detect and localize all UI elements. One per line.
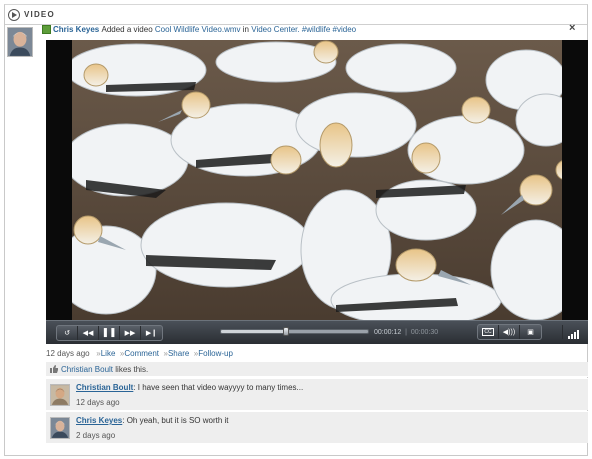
total-time: 00:00:30 (410, 329, 439, 336)
rewind-icon: ◀◀ (82, 329, 94, 337)
share-link[interactable]: Share (168, 349, 189, 358)
current-time: 00:00:12 (374, 329, 402, 336)
avatar[interactable] (7, 27, 33, 57)
likes-summary: Christian Boult likes this. (46, 362, 588, 377)
volume-button[interactable]: ◀))) (499, 325, 520, 339)
close-icon[interactable]: × (569, 22, 575, 34)
comment-time: 2 days ago (76, 431, 116, 440)
pause-icon: ❚❚ (101, 327, 117, 337)
comment-author-link[interactable]: Christian Boult (76, 383, 133, 392)
seek-bar[interactable] (220, 327, 369, 336)
post-time: 12 days ago (46, 349, 90, 358)
avatar[interactable] (50, 384, 70, 406)
player-options: CC ◀))) ▣ (477, 324, 542, 340)
comment-item: Christian Boult: I have seen that video … (46, 378, 588, 410)
seek-handle[interactable] (282, 327, 289, 336)
fullscreen-icon: ▣ (527, 329, 534, 336)
location-link[interactable]: Video Center. (251, 25, 299, 34)
replay-icon: ↺ (64, 329, 70, 337)
activity-line: Chris Keyes Added a video Cool Wildlife … (42, 25, 356, 34)
author-link[interactable]: Chris Keyes (53, 25, 99, 34)
comment-text-line: Chris Keyes: Oh yeah, but it is SO worth… (76, 416, 229, 425)
quality-icon[interactable] (562, 325, 580, 339)
player-controls: ↺ ◀◀ ❚❚ ▶▶ ▶❙ 00:00:12 | 00:00:30 CC ◀))… (46, 320, 588, 344)
thumbs-up-icon (50, 365, 58, 373)
seek-bar-fill (221, 330, 286, 333)
avatar[interactable] (50, 417, 70, 439)
captions-button[interactable]: CC (478, 325, 499, 339)
rewind-button[interactable]: ◀◀ (78, 325, 99, 340)
fast-forward-button[interactable]: ▶▶ (120, 325, 141, 340)
like-link[interactable]: Like (101, 349, 116, 358)
skip-forward-button[interactable]: ▶❙ (141, 326, 162, 340)
replay-button[interactable]: ↺ (57, 325, 78, 340)
follow-up-link[interactable]: Follow-up (198, 349, 233, 358)
fast-forward-icon: ▶▶ (124, 329, 136, 337)
comment-item: Chris Keyes: Oh yeah, but it is SO worth… (46, 411, 588, 443)
volume-icon: ◀))) (502, 329, 516, 336)
captions-icon: CC (482, 328, 494, 336)
time-display: 00:00:12 | 00:00:30 (374, 329, 438, 336)
comment-text: : Oh yeah, but it is SO worth it (122, 416, 229, 425)
comment-text: : I have seen that video wayyyy to many … (133, 383, 304, 392)
likes-text: likes this. (115, 364, 149, 374)
video-frame[interactable] (46, 40, 588, 320)
comment-author-link[interactable]: Chris Keyes (76, 416, 122, 425)
comment-link[interactable]: Comment (124, 349, 159, 358)
tag-link-wildlife[interactable]: #wildlife (302, 25, 330, 34)
playback-buttons: ↺ ◀◀ ❚❚ ▶▶ ▶❙ (56, 324, 163, 341)
post-meta: 12 days ago »Like »Comment »Share »Follo… (46, 349, 233, 358)
skip-forward-icon: ▶❙ (145, 329, 158, 337)
video-link[interactable]: Cool Wildlife Video.wmv (155, 25, 241, 34)
tag-link-video[interactable]: #video (333, 25, 357, 34)
liker-link[interactable]: Christian Boult (61, 365, 113, 374)
section-header: VIDEO (5, 5, 587, 25)
comment-text-line: Christian Boult: I have seen that video … (76, 383, 303, 392)
comment-time: 12 days ago (76, 398, 120, 407)
play-circle-icon (8, 8, 20, 21)
fullscreen-button[interactable]: ▣ (520, 325, 541, 339)
section-title: VIDEO (24, 10, 55, 19)
pause-button[interactable]: ❚❚ (99, 325, 120, 340)
activity-action-text: Added a video (101, 25, 153, 34)
video-file-icon (42, 25, 51, 34)
